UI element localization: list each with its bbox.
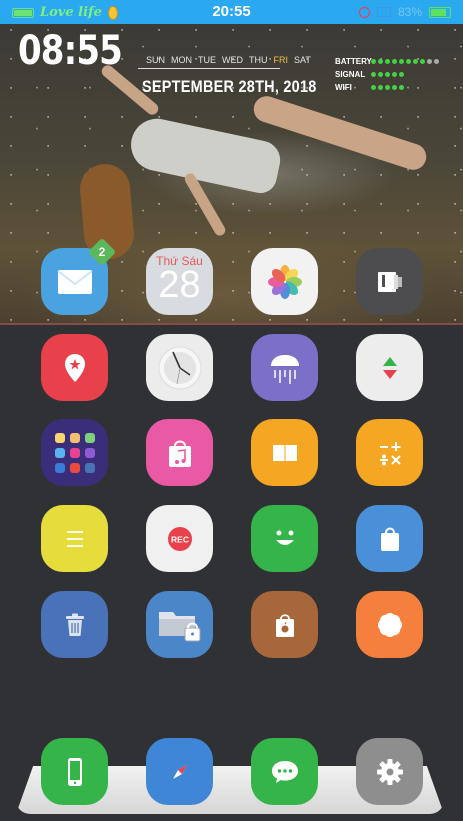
itunes-store-app-icon[interactable] [146, 419, 213, 486]
stat-dots [371, 59, 439, 64]
up-down-arrows-icon [382, 356, 397, 379]
maps-app-icon[interactable] [41, 334, 108, 401]
weekday-label: TUE [198, 55, 217, 65]
calculator-app-icon[interactable] [356, 419, 423, 486]
stat-dot [371, 85, 376, 90]
stat-dots [371, 85, 404, 90]
weekday-label: THU [249, 55, 268, 65]
smile-app-icon[interactable] [251, 505, 318, 572]
locked-folder-icon [158, 611, 200, 641]
record-icon: REC [167, 526, 192, 551]
stat-dot [378, 59, 383, 64]
blossom-icon [377, 612, 402, 637]
open-book-icon [272, 444, 297, 461]
app-folder[interactable] [41, 419, 108, 486]
home-screen: Love life 20:55 83% ~ 08:55 SUN MON TUE … [0, 0, 463, 821]
stat-dot [392, 85, 397, 90]
stat-dot [385, 59, 390, 64]
phone-icon [67, 757, 82, 786]
photos-app-icon[interactable] [251, 248, 318, 315]
weekday-label: MON [171, 55, 193, 65]
stat-dot [420, 59, 425, 64]
gear-icon [376, 758, 403, 785]
messages-app-icon[interactable] [251, 738, 318, 805]
mail-app-icon[interactable]: 2 [41, 237, 117, 315]
stat-dot [392, 72, 397, 77]
screen-recorder-app-icon[interactable]: REC [146, 505, 213, 572]
stat-dot [385, 72, 390, 77]
battery-percent: 83% [397, 5, 422, 19]
books-app-icon[interactable] [251, 419, 318, 486]
apple-bag-icon [275, 613, 294, 637]
calendar-date: 28 [158, 264, 201, 306]
stat-dot [392, 59, 397, 64]
settings-app-icon[interactable] [356, 738, 423, 805]
stat-dot [385, 85, 390, 90]
weekday-label: WED [222, 55, 244, 65]
widget-clock: 08:55 [18, 28, 123, 74]
stat-wifi: WIFI [335, 81, 439, 94]
stat-label: BATTERY [335, 57, 372, 66]
safari-app-icon[interactable] [146, 738, 213, 805]
battery-icon [429, 6, 451, 18]
stat-dot [378, 72, 383, 77]
trash-app-icon[interactable] [41, 591, 108, 658]
stat-dot [371, 59, 376, 64]
apple-store-app-icon[interactable] [251, 591, 318, 658]
stat-dot [406, 59, 411, 64]
notes-app-icon[interactable] [41, 505, 108, 572]
weekday-label: SUN [146, 55, 166, 65]
phone-app-icon[interactable] [41, 738, 108, 805]
weather-app-icon[interactable] [251, 334, 318, 401]
stat-dot [399, 85, 404, 90]
rain-cloud-icon [270, 354, 299, 384]
weekday-label: FRI [273, 55, 289, 65]
status-bar: Love life 20:55 83% [0, 0, 463, 24]
blossom-app-icon[interactable] [356, 591, 423, 658]
svg-text:REC: REC [171, 534, 189, 544]
stat-label: WIFI [335, 83, 352, 92]
stat-dot [413, 59, 418, 64]
stat-dot [378, 85, 383, 90]
app-store-app-icon[interactable] [356, 505, 423, 572]
list-icon [66, 530, 83, 547]
stat-dots [371, 72, 404, 77]
system-stats: BATTERY SIGNAL WIFI [335, 55, 439, 94]
stocks-app-icon[interactable] [356, 334, 423, 401]
calendar-app-icon[interactable]: Thứ Sáu 28 [146, 248, 213, 315]
flower-icon [267, 264, 302, 299]
stat-dot [399, 59, 404, 64]
weekday-row: SUN MON TUE WED THU FRI SAT [146, 55, 311, 65]
wallet-app-icon[interactable] [356, 248, 423, 315]
weekday-label: SAT [294, 55, 311, 65]
secure-folder-app-icon[interactable] [146, 591, 213, 658]
math-symbols-icon [379, 441, 401, 465]
stat-dot [399, 72, 404, 77]
shopping-bag-icon [380, 527, 399, 551]
stat-battery: BATTERY [335, 55, 439, 68]
stat-dot [434, 59, 439, 64]
trash-icon [65, 613, 84, 636]
music-bag-icon [168, 440, 191, 467]
mail-badge: 2 [87, 237, 117, 267]
pin-icon [64, 353, 85, 382]
stat-dot [427, 59, 432, 64]
rotation-lock-icon [358, 6, 370, 18]
chat-bubble-icon [271, 760, 298, 783]
stat-signal: SIGNAL [335, 68, 439, 81]
date-divider [138, 68, 280, 69]
smiley-icon [275, 530, 294, 545]
clock-app-icon[interactable] [146, 334, 213, 401]
screen-mirror-icon [376, 7, 391, 17]
stat-label: SIGNAL [335, 70, 366, 79]
compass-icon [172, 764, 187, 779]
screen-divider [0, 323, 463, 325]
stat-dot [371, 72, 376, 77]
widget-date: SEPTEMBER 28TH, 2018 [142, 77, 317, 96]
